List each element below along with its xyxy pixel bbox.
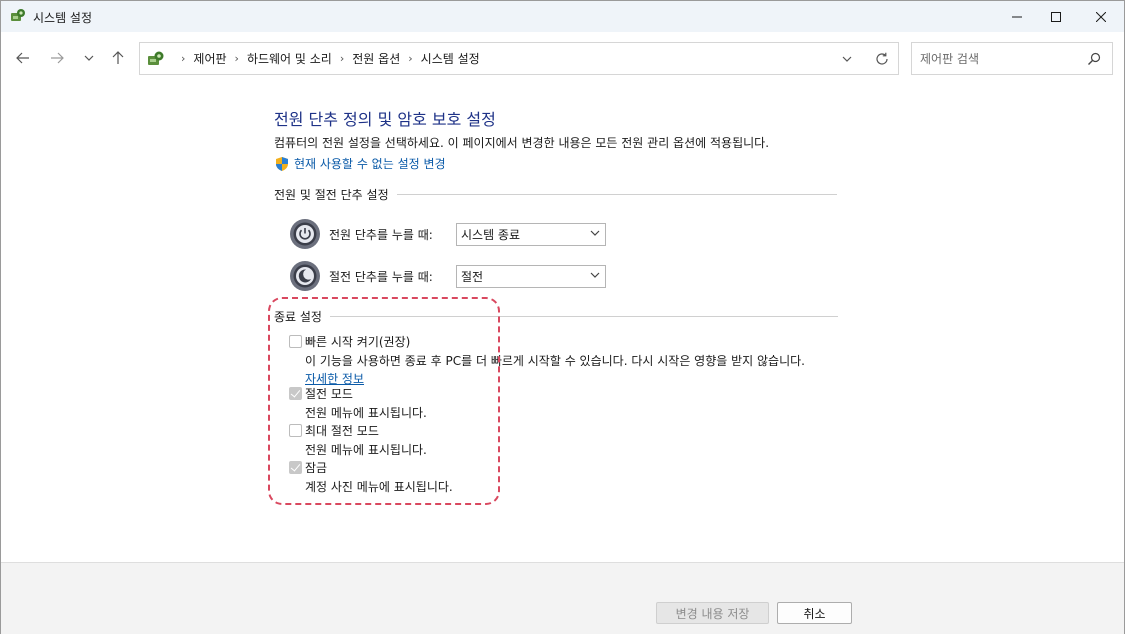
search-box — [911, 42, 1113, 75]
search-input[interactable] — [920, 50, 1080, 68]
refresh-icon — [876, 52, 888, 65]
power-button-label: 전원 단추를 누를 때: — [329, 227, 433, 242]
power-buttons-section-header: 전원 및 절전 단추 설정 — [274, 186, 837, 203]
breadcrumb-system-settings[interactable]: 시스템 설정 — [421, 50, 480, 67]
sleep-button-icon — [290, 261, 320, 291]
maximize-icon — [1051, 11, 1061, 22]
breadcrumb-power-options[interactable]: 전원 옵션 — [352, 50, 400, 67]
breadcrumb-hardware-sound[interactable]: 하드웨어 및 소리 — [247, 50, 332, 67]
back-button[interactable] — [13, 48, 33, 68]
forward-button[interactable] — [47, 48, 67, 68]
sleep-button-row: 절전 단추를 누를 때: 절전 — [289, 260, 606, 292]
breadcrumb-separator: › — [408, 52, 413, 65]
sleep-description: 전원 메뉴에 표시됩니다. — [305, 406, 427, 420]
fast-startup-checkbox[interactable] — [289, 335, 302, 348]
hibernate-description: 전원 메뉴에 표시됩니다. — [305, 443, 427, 457]
fast-startup-label: 빠른 시작 켜기(권장) — [305, 335, 411, 349]
window-title: 시스템 설정 — [33, 11, 93, 25]
arrow-left-icon — [16, 52, 29, 64]
arrow-up-icon — [112, 51, 124, 64]
sleep-option: 절전 모드 전원 메뉴에 표시됩니다. — [289, 385, 427, 421]
change-link-text[interactable]: 현재 사용할 수 없는 설정 변경 — [294, 155, 446, 172]
arrow-right-icon — [51, 52, 64, 64]
chevron-down-icon — [590, 272, 600, 278]
breadcrumb-separator: › — [234, 52, 239, 65]
section-title: 전원 및 절전 단추 설정 — [274, 188, 389, 202]
control-panel-icon — [11, 9, 25, 21]
sleep-label: 절전 모드 — [305, 387, 353, 401]
breadcrumb-control-panel[interactable]: 제어판 — [193, 50, 226, 67]
control-panel-icon — [148, 51, 164, 65]
hibernate-label: 최대 절전 모드 — [305, 424, 379, 438]
chevron-down-icon — [590, 230, 600, 236]
lock-option: 잠금 계정 사진 메뉴에 표시됩니다. — [289, 459, 453, 495]
search-icon[interactable] — [1086, 51, 1102, 67]
save-changes-button[interactable]: 변경 내용 저장 — [656, 602, 769, 624]
cancel-button[interactable]: 취소 — [777, 602, 852, 624]
system-settings-window: 시스템 설정 › 제어판 › 하드웨어 및 소리 › 전원 옵션 › 시스템 설… — [0, 0, 1125, 634]
breadcrumb: › 제어판 › 하드웨어 및 소리 › 전원 옵션 › 시스템 설정 — [173, 43, 480, 74]
hibernate-checkbox[interactable] — [289, 424, 302, 437]
minimize-icon — [1012, 16, 1022, 17]
address-bar[interactable]: › 제어판 › 하드웨어 및 소리 › 전원 옵션 › 시스템 설정 — [139, 42, 899, 75]
lock-description: 계정 사진 메뉴에 표시됩니다. — [305, 480, 453, 494]
fast-startup-description: 이 기능을 사용하면 종료 후 PC를 더 빠르게 시작할 수 있습니다. 다시… — [305, 354, 805, 368]
sleep-button-action-select[interactable]: 절전 — [456, 264, 606, 288]
up-button[interactable] — [108, 48, 128, 68]
uac-shield-icon — [276, 156, 288, 171]
chevron-down-icon — [842, 56, 852, 62]
sleep-button-label: 절전 단추를 누를 때: — [329, 269, 433, 284]
section-divider — [396, 194, 837, 195]
page-title: 전원 단추 정의 및 암호 보호 설정 — [274, 110, 496, 129]
select-value: 절전 — [461, 269, 484, 284]
navigation-bar: › 제어판 › 하드웨어 및 소리 › 전원 옵션 › 시스템 설정 — [1, 32, 1124, 84]
lock-checkbox[interactable] — [289, 461, 302, 474]
shutdown-section-header: 종료 설정 — [274, 308, 838, 325]
section-divider — [329, 316, 838, 317]
section-title: 종료 설정 — [274, 310, 322, 324]
close-icon — [1096, 11, 1106, 22]
refresh-button[interactable] — [873, 50, 891, 68]
footer-bar: 변경 내용 저장 취소 — [1, 562, 1124, 634]
power-button-action-select[interactable]: 시스템 종료 — [456, 222, 606, 246]
maximize-button[interactable] — [1033, 1, 1079, 32]
lock-label: 잠금 — [305, 461, 328, 475]
breadcrumb-separator: › — [339, 52, 345, 65]
breadcrumb-separator: › — [181, 52, 186, 65]
power-button-row: 전원 단추를 누를 때: 시스템 종료 — [289, 218, 606, 250]
hibernate-option: 최대 절전 모드 전원 메뉴에 표시됩니다. — [289, 422, 427, 458]
close-button[interactable] — [1078, 1, 1124, 32]
title-bar: 시스템 설정 — [1, 1, 1124, 32]
fast-startup-option: 빠른 시작 켜기(권장) 이 기능을 사용하면 종료 후 PC를 더 빠르게 시… — [289, 333, 805, 387]
sleep-checkbox[interactable] — [289, 387, 302, 400]
chevron-down-icon — [84, 55, 94, 61]
power-button-icon — [290, 219, 320, 249]
main-content: 전원 단추 정의 및 암호 보호 설정 컴퓨터의 전원 설정을 선택하세요. 이… — [1, 84, 1124, 562]
address-history-button[interactable] — [839, 51, 855, 67]
recent-locations-button[interactable] — [79, 48, 99, 68]
page-description: 컴퓨터의 전원 설정을 선택하세요. 이 페이지에서 변경한 내용은 모든 전원… — [274, 136, 770, 150]
select-value: 시스템 종료 — [461, 227, 521, 242]
change-unavailable-settings-link[interactable]: 현재 사용할 수 없는 설정 변경 — [274, 155, 446, 172]
